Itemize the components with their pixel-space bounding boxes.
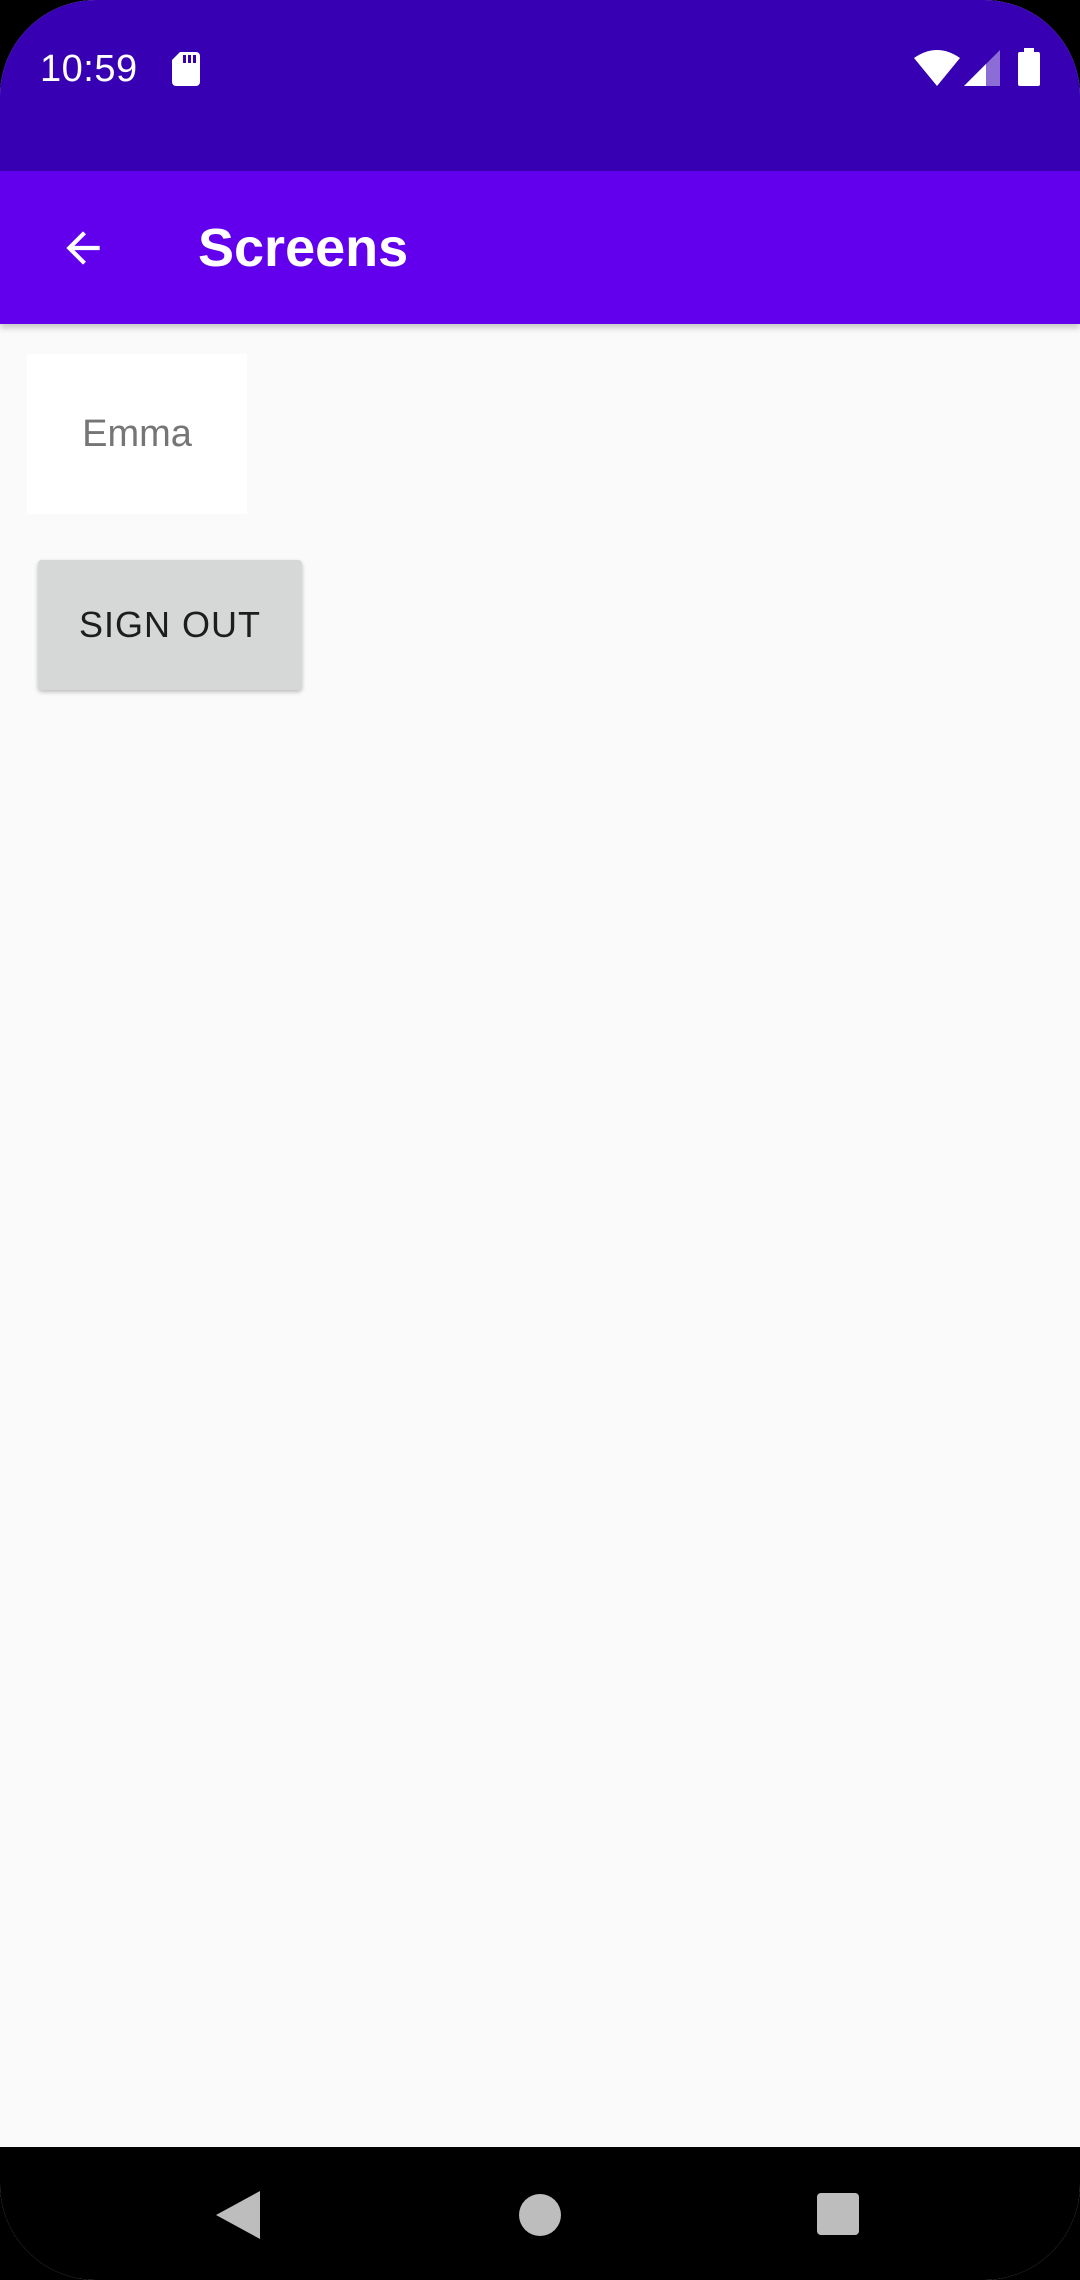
back-button[interactable]: [36, 201, 130, 295]
name-input[interactable]: [27, 354, 247, 514]
battery-icon: [1018, 48, 1040, 86]
cellular-signal-icon: [964, 50, 1000, 86]
app-bar: Screens: [0, 171, 1080, 324]
nav-back-icon[interactable]: [216, 2191, 260, 2239]
status-bar: 10:59: [0, 0, 1080, 171]
phone-screen: 10:59 Screens SIGN OUT: [0, 0, 1080, 2280]
sign-out-button[interactable]: SIGN OUT: [38, 560, 302, 690]
page-title: Screens: [198, 218, 409, 278]
nav-home-icon[interactable]: [519, 2194, 561, 2236]
navigation-bar: [0, 2147, 1080, 2280]
status-time: 10:59: [40, 48, 138, 90]
wifi-icon: [914, 50, 960, 86]
sd-card-icon: [172, 52, 200, 86]
arrow-back-icon: [66, 231, 100, 265]
nav-recents-icon[interactable]: [817, 2193, 859, 2235]
